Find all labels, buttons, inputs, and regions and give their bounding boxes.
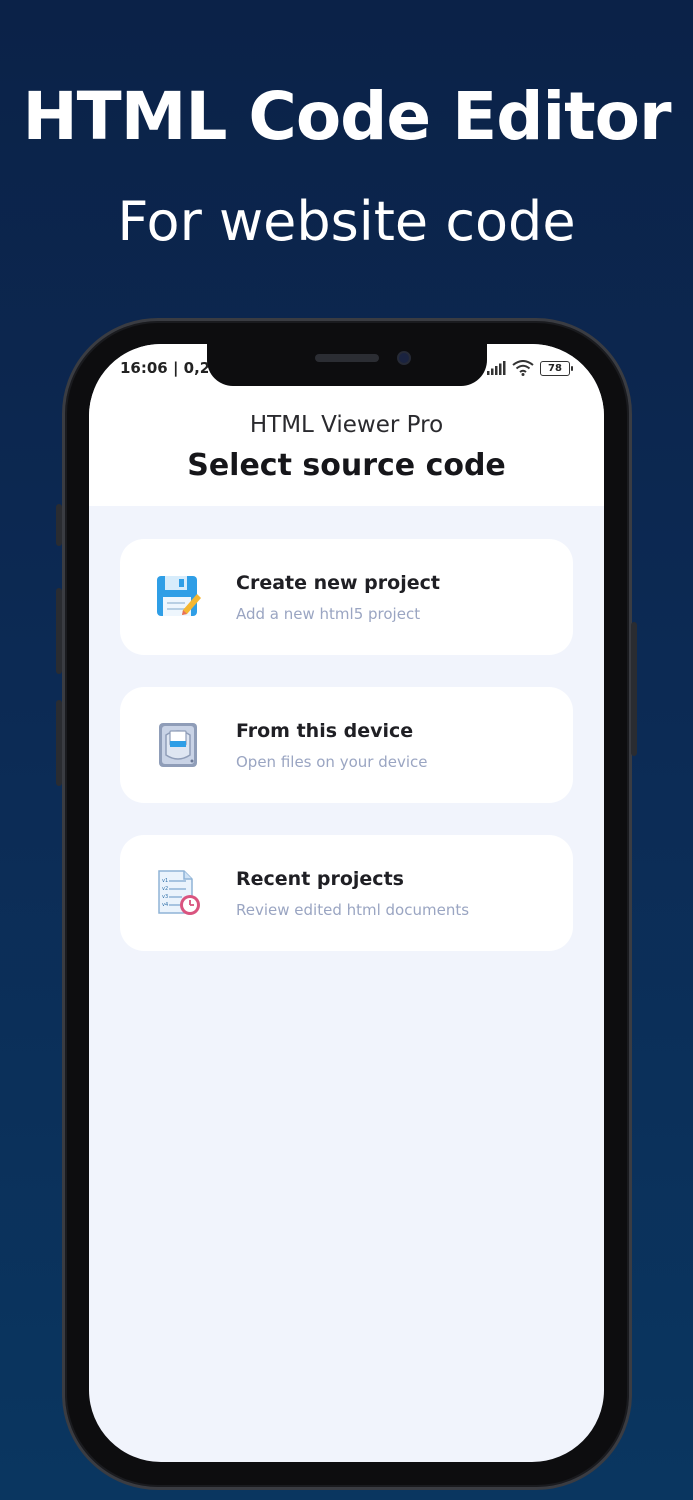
app-name: HTML Viewer Pro: [249, 412, 444, 438]
volume-up-button: [56, 588, 62, 674]
svg-text:v1: v1: [162, 878, 168, 884]
svg-text:v3: v3: [162, 894, 168, 900]
card-subtitle: Open files on your device: [236, 753, 428, 771]
card-subtitle: Add a new html5 project: [236, 605, 421, 623]
card-title: Recent projects: [236, 868, 404, 890]
floppy-disk-icon: [157, 576, 201, 616]
create-new-project-card[interactable]: Create new project Add a new html5 proje…: [120, 539, 573, 655]
speaker-grille: [315, 354, 379, 362]
promo-subtitle: For website code: [117, 190, 576, 253]
screen-title: Select source code: [187, 448, 506, 483]
document-clock-icon: v1 v2 v3 v4: [158, 870, 200, 915]
status-time: 16:06 | 0,2KB/s: [120, 359, 208, 377]
mute-switch: [56, 504, 62, 546]
app-screen: HTML Viewer Pro Select source code Creat…: [89, 344, 604, 1462]
front-camera: [397, 351, 411, 365]
power-button: [631, 622, 637, 756]
card-title: From this device: [236, 720, 414, 742]
wifi-icon: [512, 360, 534, 376]
card-subtitle: Review edited html documents: [236, 901, 470, 919]
recent-projects-card[interactable]: v1 v2 v3 v4 Recent projects Review edite…: [120, 835, 573, 951]
signal-icon: [487, 361, 506, 375]
phone-notch: [207, 344, 487, 386]
card-title: Create new project: [236, 572, 440, 594]
hard-drive-icon: [159, 723, 197, 767]
from-this-device-card[interactable]: From this device Open files on your devi…: [120, 687, 573, 803]
battery-icon: 78: [540, 360, 573, 376]
svg-text:v4: v4: [162, 902, 168, 908]
volume-down-button: [56, 700, 62, 786]
status-icons: 78: [486, 358, 573, 378]
promo-title: HTML Code Editor: [22, 78, 671, 155]
svg-text:v2: v2: [162, 886, 168, 892]
